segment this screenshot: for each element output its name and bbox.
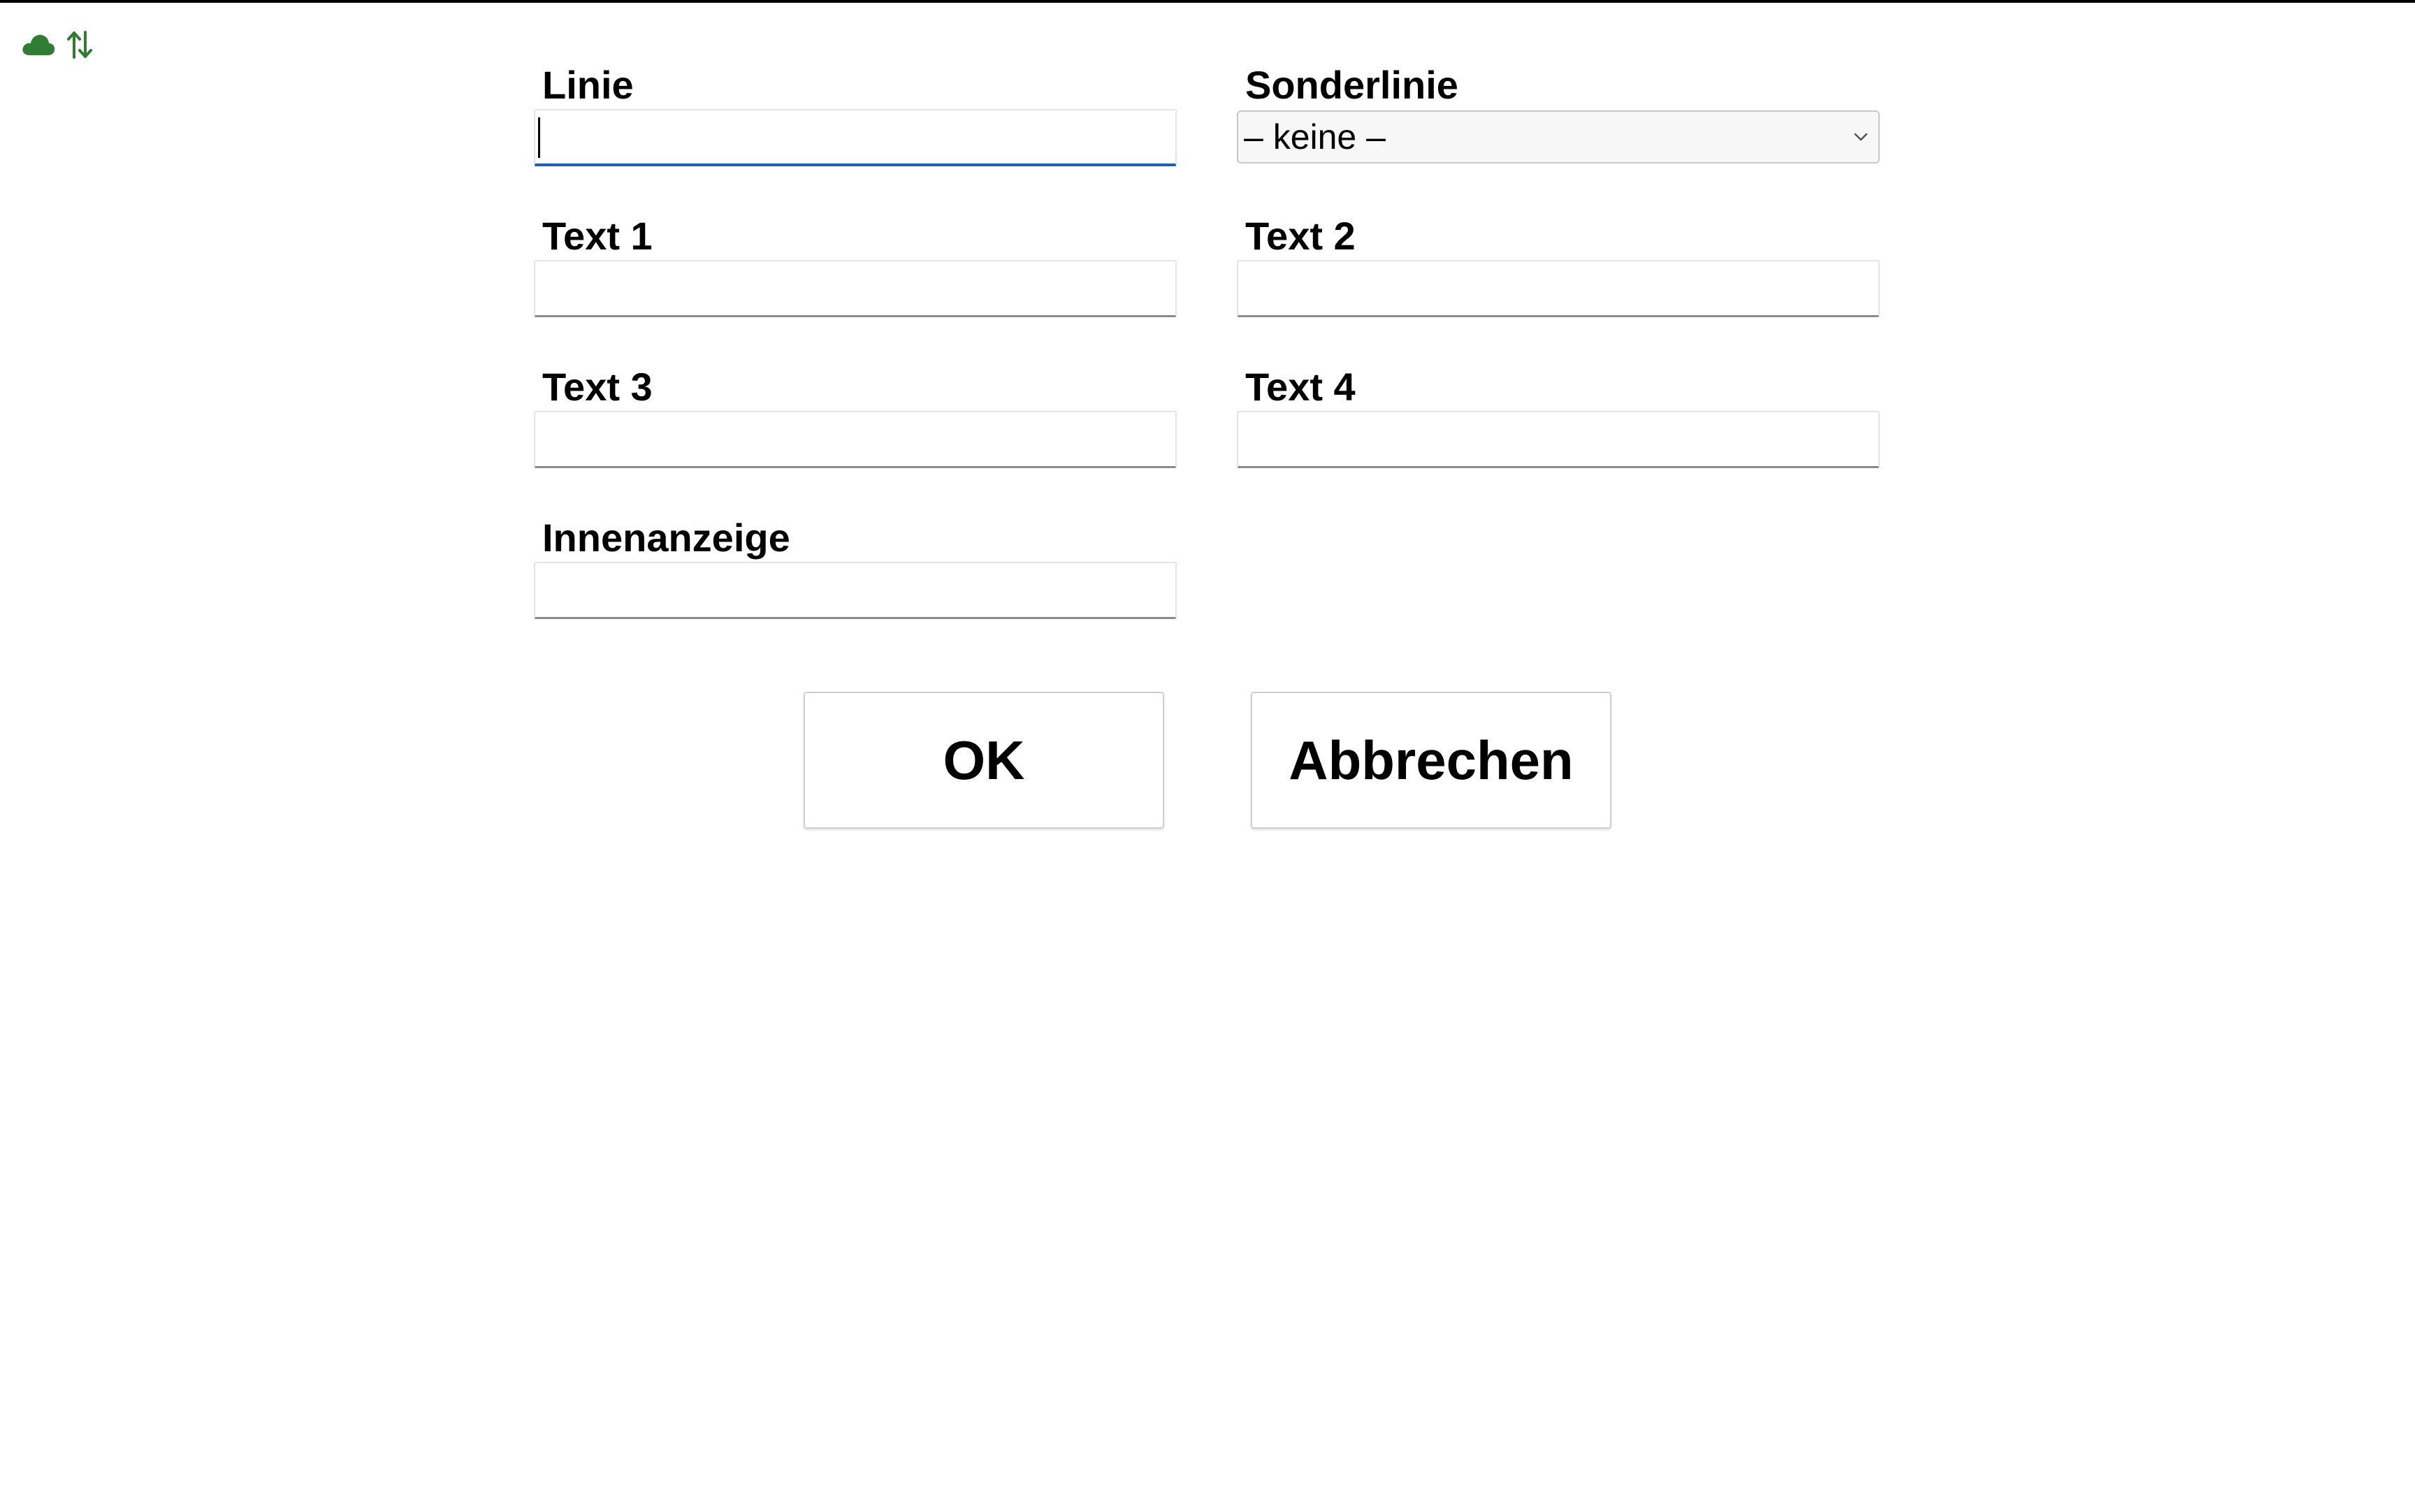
sonderlinie-selected-value: – keine –	[1244, 117, 1386, 157]
ok-button[interactable]: OK	[804, 692, 1164, 829]
cancel-button[interactable]: Abbrechen	[1251, 692, 1611, 829]
text1-input[interactable]	[534, 260, 1177, 317]
sonderlinie-label: Sonderlinie	[1245, 63, 1458, 107]
text1-label: Text 1	[542, 214, 653, 258]
text4-label: Text 4	[1245, 365, 1356, 409]
sync-arrows-icon	[67, 31, 92, 59]
sonderlinie-select[interactable]: – keine –	[1237, 110, 1880, 163]
innenanzeige-input[interactable]	[534, 562, 1177, 619]
linie-input[interactable]	[534, 109, 1177, 166]
text3-label: Text 3	[542, 365, 653, 409]
text3-input[interactable]	[534, 411, 1177, 468]
status-indicators	[21, 29, 94, 60]
text2-label: Text 2	[1245, 214, 1356, 258]
text-caret	[538, 117, 540, 158]
linie-label: Linie	[542, 63, 634, 107]
innenanzeige-label: Innenanzeige	[542, 516, 790, 560]
cloud-icon	[22, 34, 55, 55]
window-top-border	[0, 0, 2415, 3]
chevron-down-icon	[1854, 133, 1868, 141]
text4-input[interactable]	[1237, 411, 1880, 468]
text2-input[interactable]	[1237, 260, 1880, 317]
